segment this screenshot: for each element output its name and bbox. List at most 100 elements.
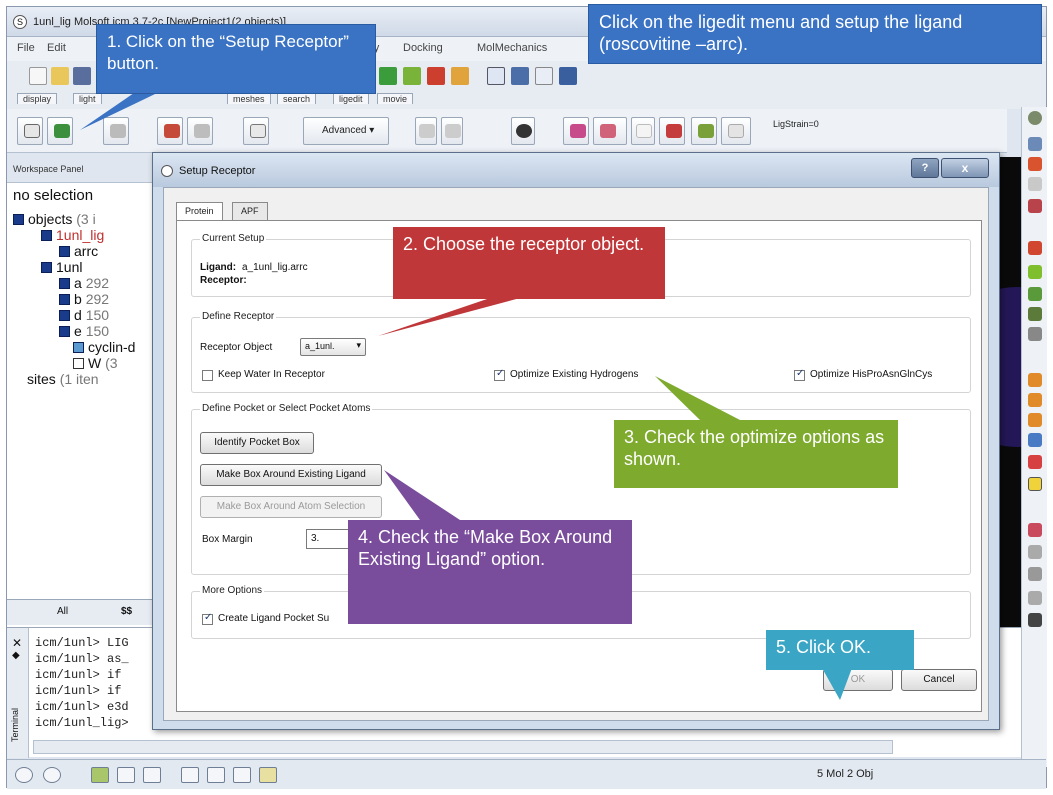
redo-button[interactable]: [441, 117, 463, 145]
save-icon[interactable]: [73, 67, 91, 85]
menu-molmechanics[interactable]: MolMechanics: [477, 42, 547, 54]
star-icon[interactable]: [1028, 567, 1042, 581]
layout-icon[interactable]: [559, 67, 577, 85]
measure-distance-icon[interactable]: [1028, 373, 1042, 387]
receptor-object-select[interactable]: a_1unl. ▾: [300, 338, 366, 356]
atom-icon[interactable]: [1028, 241, 1042, 255]
stop-icon[interactable]: [15, 767, 33, 783]
tab-apf[interactable]: APF: [232, 202, 268, 220]
terminal-scrollbar[interactable]: [33, 740, 893, 754]
zoom-icon[interactable]: [1028, 177, 1042, 191]
box-icon[interactable]: [1028, 307, 1042, 321]
tree-item-sites[interactable]: sites (1 iten: [27, 371, 99, 387]
translate-icon[interactable]: [1028, 157, 1042, 171]
molecule-icon[interactable]: [379, 67, 397, 85]
cube-icon[interactable]: [1028, 265, 1042, 279]
as-icon[interactable]: [1028, 327, 1042, 341]
setup-receptor-button[interactable]: [47, 117, 73, 145]
optimize-hydrogens-checkbox[interactable]: [494, 368, 505, 381]
record-icon[interactable]: [43, 767, 61, 783]
label-icon[interactable]: [1028, 455, 1042, 469]
score-button[interactable]: [187, 117, 213, 145]
box-margin-input[interactable]: 3.: [306, 529, 350, 549]
tab-all[interactable]: All: [57, 606, 68, 617]
make-box-ligand-button[interactable]: Make Box Around Existing Ligand: [200, 464, 382, 486]
tree-item-1unl[interactable]: 1unl: [41, 259, 82, 275]
bond-icon[interactable]: [427, 67, 445, 85]
h-button[interactable]: [659, 117, 685, 145]
tab-chem[interactable]: $$: [121, 606, 132, 617]
tab-ligedit[interactable]: ligedit: [333, 93, 369, 104]
chain-icon[interactable]: [403, 67, 421, 85]
window-icon[interactable]: [117, 767, 135, 783]
menu-docking[interactable]: Docking: [403, 42, 443, 54]
stereo-icon[interactable]: [511, 67, 529, 85]
cancel-button[interactable]: Cancel: [901, 669, 977, 691]
clip-icon[interactable]: [1028, 199, 1042, 213]
edit-ligand-button[interactable]: [103, 117, 129, 145]
menu-file[interactable]: File: [17, 42, 35, 54]
close-button[interactable]: x: [941, 158, 989, 178]
identify-pocket-button[interactable]: Identify Pocket Box: [200, 432, 314, 454]
help-button[interactable]: ?: [911, 158, 939, 178]
optimize-his-checkbox[interactable]: [794, 368, 805, 381]
tree-item-d[interactable]: d 150: [59, 307, 109, 323]
pin-icon[interactable]: ◆: [12, 650, 20, 661]
camera-icon[interactable]: [207, 767, 225, 783]
ok-button[interactable]: OK: [823, 669, 893, 691]
terminal-line: icm/1unl> e3d: [35, 700, 129, 714]
strain-button[interactable]: [721, 117, 751, 145]
torsion-button[interactable]: [691, 117, 717, 145]
setup-ligand-button[interactable]: [17, 117, 43, 145]
advanced-button[interactable]: Advanced ▾: [303, 117, 389, 145]
hbond-icon[interactable]: [1028, 523, 1042, 537]
tab-search[interactable]: search: [277, 93, 317, 104]
tab-light[interactable]: light: [73, 93, 102, 104]
hand-icon[interactable]: [1028, 613, 1042, 627]
measure-torsion-icon[interactable]: [1028, 413, 1042, 427]
tab-protein[interactable]: Protein: [176, 202, 223, 221]
lock-icon[interactable]: [1028, 477, 1042, 491]
panel-icon[interactable]: [91, 767, 109, 783]
close-icon[interactable]: ✕: [12, 636, 22, 650]
tree-item-e[interactable]: e 150: [59, 323, 109, 339]
glasses-icon[interactable]: [535, 67, 553, 85]
tree-item-cyclin[interactable]: cyclin-d: [73, 339, 135, 355]
undo-button[interactable]: [415, 117, 437, 145]
tree-item-a[interactable]: a 292: [59, 275, 109, 291]
spin-icon[interactable]: [1028, 287, 1042, 301]
target-icon[interactable]: [1028, 111, 1042, 125]
tree-item-arrc[interactable]: arrc: [59, 243, 98, 259]
tree-item-w[interactable]: W (3: [73, 355, 118, 371]
ring-button[interactable]: [631, 117, 655, 145]
measure-angle-icon[interactable]: [1028, 393, 1042, 407]
grid-icon[interactable]: [451, 67, 469, 85]
copy-button[interactable]: [243, 117, 269, 145]
menu-edit[interactable]: Edit: [47, 42, 66, 54]
gear-icon[interactable]: [181, 767, 199, 783]
keep-water-checkbox[interactable]: [202, 370, 213, 381]
rotate-icon[interactable]: [1028, 137, 1042, 151]
tree-item-b[interactable]: b 292: [59, 291, 109, 307]
fog-icon[interactable]: [487, 67, 505, 85]
tab-meshes[interactable]: meshes: [227, 93, 271, 104]
terminal-prompt[interactable]: icm/1unl_lig>: [35, 716, 129, 730]
open-folder-icon[interactable]: [51, 67, 69, 85]
create-surface-checkbox[interactable]: [202, 612, 213, 625]
glasses-icon[interactable]: [233, 767, 251, 783]
filter-icon[interactable]: [259, 767, 277, 783]
tree-item-1unl-lig[interactable]: 1unl_lig: [41, 227, 104, 243]
tree-item-objects[interactable]: objects (3 i: [13, 211, 96, 227]
edit-icon[interactable]: [1028, 591, 1042, 605]
minimize-button[interactable]: [157, 117, 183, 145]
make-box-atom-button[interactable]: Make Box Around Atom Selection: [200, 496, 382, 518]
tab-movie[interactable]: movie: [377, 93, 414, 104]
new-file-icon[interactable]: [29, 67, 47, 85]
tab-display[interactable]: display: [17, 93, 58, 104]
pharmacophore-button[interactable]: [563, 117, 589, 145]
measure-icon[interactable]: [1028, 433, 1042, 447]
charge-button[interactable]: [593, 117, 627, 145]
record-button[interactable]: [511, 117, 535, 145]
table-icon[interactable]: [143, 767, 161, 783]
sort-icon[interactable]: [1028, 545, 1042, 559]
